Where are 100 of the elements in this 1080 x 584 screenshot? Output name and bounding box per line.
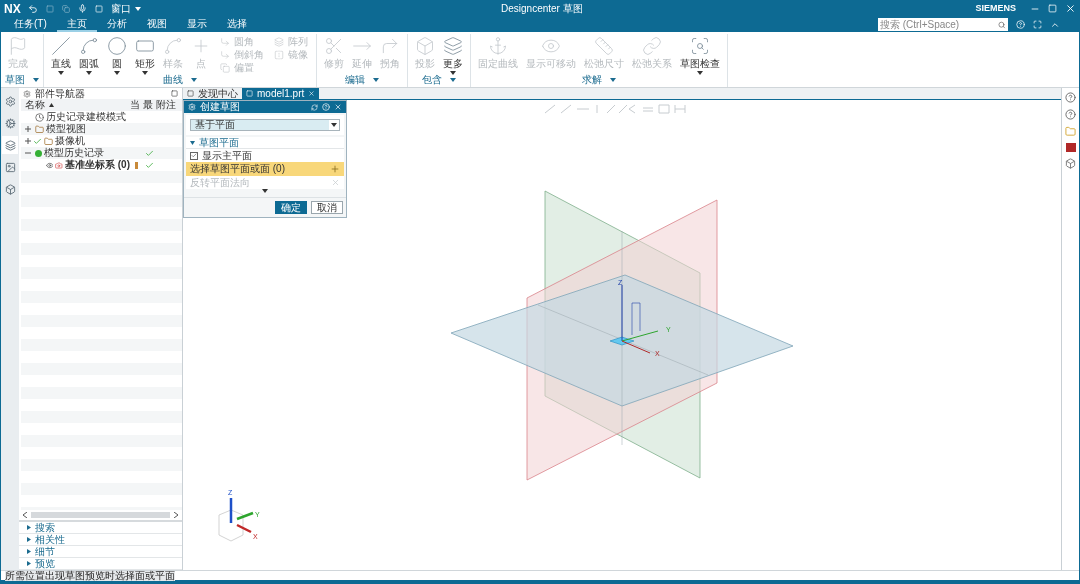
ribbon-button[interactable]: 草图检查 [677, 36, 723, 76]
tool-icon [220, 37, 230, 47]
tool-icon [443, 36, 463, 56]
selection-row[interactable]: 选择草图平面或面 (0) [186, 162, 344, 176]
tool-icon [79, 36, 99, 56]
column-header[interactable]: 名称 [21, 100, 130, 110]
scrollbar-thumb[interactable] [31, 512, 170, 518]
ribbon-button[interactable]: 矩形 [132, 36, 158, 76]
scroll-right-icon[interactable] [174, 512, 178, 518]
help-icon[interactable] [1065, 109, 1076, 120]
tool-icon [51, 36, 71, 56]
crosshair-icon [330, 164, 340, 174]
group-menu-icon [373, 78, 379, 82]
expand-icon[interactable] [25, 138, 31, 144]
tool-icon [274, 37, 284, 47]
search-icon [998, 20, 1006, 29]
tool-icon [163, 36, 183, 56]
tool-icon [690, 36, 710, 56]
group-menu-icon [450, 78, 456, 82]
column-header[interactable]: 附注 [156, 100, 182, 110]
app-icon[interactable] [1065, 143, 1076, 152]
accordion-header[interactable]: 搜索 [19, 522, 182, 534]
tool-icon [220, 50, 230, 60]
group-menu-icon [191, 78, 197, 82]
file-icon [246, 90, 253, 97]
group-menu-icon [33, 78, 39, 82]
tool-icon [274, 50, 284, 60]
tree-label: 模型视图 [46, 124, 86, 134]
resource-tab-icon[interactable] [2, 136, 18, 154]
column-header[interactable]: 当 [130, 100, 143, 110]
column-header[interactable]: 最 [143, 100, 156, 110]
dialog-button[interactable]: 取消 [311, 201, 343, 214]
caret-icon [27, 537, 31, 542]
file-icon [187, 90, 194, 97]
menu-tab[interactable]: 选择 [216, 17, 257, 32]
toolbar-icon [46, 4, 54, 13]
ribbon-button[interactable]: 圆 [104, 36, 130, 76]
caret-icon [27, 561, 31, 566]
tree-label: 摄像机 [55, 136, 85, 146]
group-label: 曲线 [163, 75, 183, 85]
tree-label: 历史记录建模模式 [46, 112, 126, 122]
tool-icon [642, 36, 662, 56]
toolbar-icon [62, 4, 70, 13]
document-tab[interactable]: model1.prt [242, 88, 320, 99]
accordion-header[interactable]: 细节 [19, 546, 182, 558]
caret-icon [135, 6, 141, 11]
ribbon-button[interactable]: 更多 [440, 36, 466, 76]
undo-icon[interactable] [28, 3, 38, 14]
expand-icon[interactable] [25, 126, 31, 132]
search-field[interactable]: 搜索 (Ctrl+Space) [878, 18, 1008, 31]
reset-icon[interactable] [311, 103, 318, 111]
caret-icon [27, 525, 31, 530]
brand-logo: SIEMENS [975, 1, 1016, 15]
window-title: Designcenter 草图 [501, 2, 583, 16]
window-menu[interactable]: 窗口 [111, 1, 141, 16]
scroll-left-icon[interactable] [23, 512, 27, 518]
ribbon-button[interactable]: 圆弧 [76, 36, 102, 76]
caret-icon [27, 549, 31, 554]
panel-title: 部件导航器 [35, 88, 85, 99]
group-label: 求解 [582, 75, 602, 85]
group-menu-icon [610, 78, 616, 82]
flip-icon [331, 178, 340, 187]
window-icon[interactable] [95, 4, 103, 13]
accordion-header[interactable]: 相关性 [19, 534, 182, 546]
settings-icon [188, 103, 196, 111]
type-dropdown[interactable]: 基于平面 [190, 119, 340, 131]
menu-tab[interactable]: 任务(T) [4, 17, 57, 32]
tool-icon [488, 36, 508, 56]
caret-icon [331, 123, 337, 127]
menu-tab[interactable]: 显示 [176, 17, 217, 32]
tool-icon [107, 36, 127, 56]
tree-label: 模型历史记录 [44, 148, 104, 158]
dialog-button[interactable]: 确定 [275, 201, 307, 214]
fullscreen-icon[interactable] [1033, 20, 1042, 29]
menu-tab[interactable]: 分析 [96, 17, 137, 32]
tool-icon [380, 36, 400, 56]
collapse-icon[interactable] [25, 150, 31, 156]
menu-tab[interactable]: 视图 [136, 17, 177, 32]
help-icon[interactable] [1065, 92, 1076, 103]
close-icon[interactable] [1065, 3, 1076, 14]
maximize-icon[interactable] [171, 90, 178, 97]
clock-icon [35, 112, 44, 122]
mic-icon[interactable] [78, 4, 87, 13]
tool-icon [415, 36, 435, 56]
group-label: 草图 [5, 75, 25, 85]
section-header[interactable]: 草图平面 [186, 137, 344, 149]
box-icon[interactable] [1065, 158, 1076, 169]
checkbox-row[interactable]: 显示主平面 [186, 149, 344, 162]
ribbon-button[interactable]: 直线 [48, 36, 74, 76]
status-text: 所需位置出现草图预览时选择面或平面 [5, 570, 175, 581]
dialog-title: 创建草图 [200, 102, 240, 112]
tree-label: 基准坐标系 (0) [65, 160, 130, 170]
folder-icon [44, 136, 53, 146]
close-icon[interactable] [334, 103, 342, 111]
group-label: 包含 [422, 75, 442, 85]
sort-icon [49, 103, 54, 107]
tool-icon [324, 36, 344, 56]
navigator-icon [23, 89, 31, 98]
document-tab[interactable]: 发现中心 [183, 88, 242, 99]
group-label: 编辑 [345, 75, 365, 85]
